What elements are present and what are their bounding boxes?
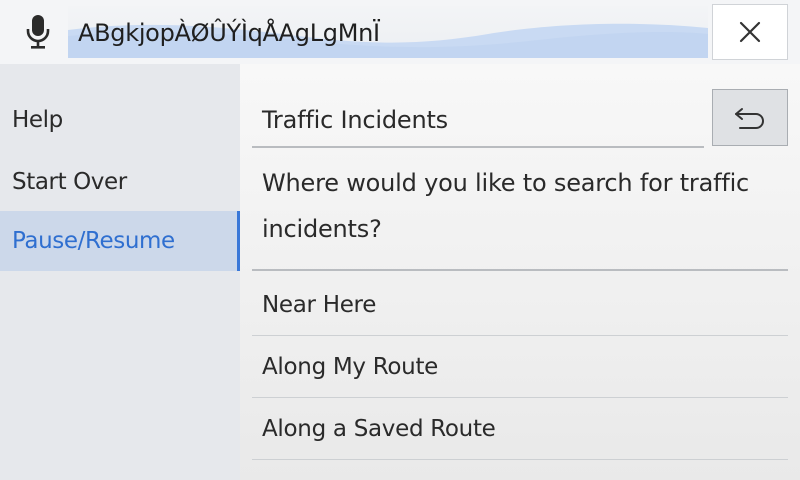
microphone-icon bbox=[26, 15, 50, 49]
sidebar-item-label: Help bbox=[12, 107, 63, 133]
main-panel: Traffic Incidents Where would you like t… bbox=[240, 64, 800, 480]
sidebar-item-label: Pause/Resume bbox=[12, 228, 175, 254]
option-label: Near Here bbox=[262, 292, 377, 318]
sidebar-item-label: Start Over bbox=[12, 169, 127, 195]
sidebar-item-start-over[interactable]: Start Over bbox=[0, 152, 240, 212]
speech-recognition-field: ABgkjopÀØÛÝÌqÅAgLgMnÏ bbox=[68, 6, 708, 58]
back-arrow-icon bbox=[735, 107, 764, 129]
divider bbox=[252, 269, 788, 271]
sidebar-item-help[interactable]: Help bbox=[0, 90, 240, 150]
option-near-here[interactable]: Near Here bbox=[252, 274, 788, 336]
close-icon bbox=[739, 21, 761, 43]
option-label: Along a Saved Route bbox=[262, 416, 496, 442]
option-along-my-route[interactable]: Along My Route bbox=[252, 336, 788, 398]
recognized-speech-text: ABgkjopÀØÛÝÌqÅAgLgMnÏ bbox=[78, 19, 380, 47]
option-label: Along My Route bbox=[262, 354, 439, 380]
voice-command-sidebar: Help Start Over Pause/Resume bbox=[0, 64, 240, 480]
sidebar-item-pause-resume[interactable]: Pause/Resume bbox=[0, 211, 240, 271]
option-along-a-saved-route[interactable]: Along a Saved Route bbox=[252, 398, 788, 460]
back-button[interactable] bbox=[712, 89, 788, 146]
close-button[interactable] bbox=[712, 4, 788, 60]
page-title: Traffic Incidents bbox=[252, 92, 704, 148]
prompt-text: Where would you like to search for traff… bbox=[262, 169, 750, 243]
voice-top-bar: ABgkjopÀØÛÝÌqÅAgLgMnÏ bbox=[0, 0, 800, 64]
